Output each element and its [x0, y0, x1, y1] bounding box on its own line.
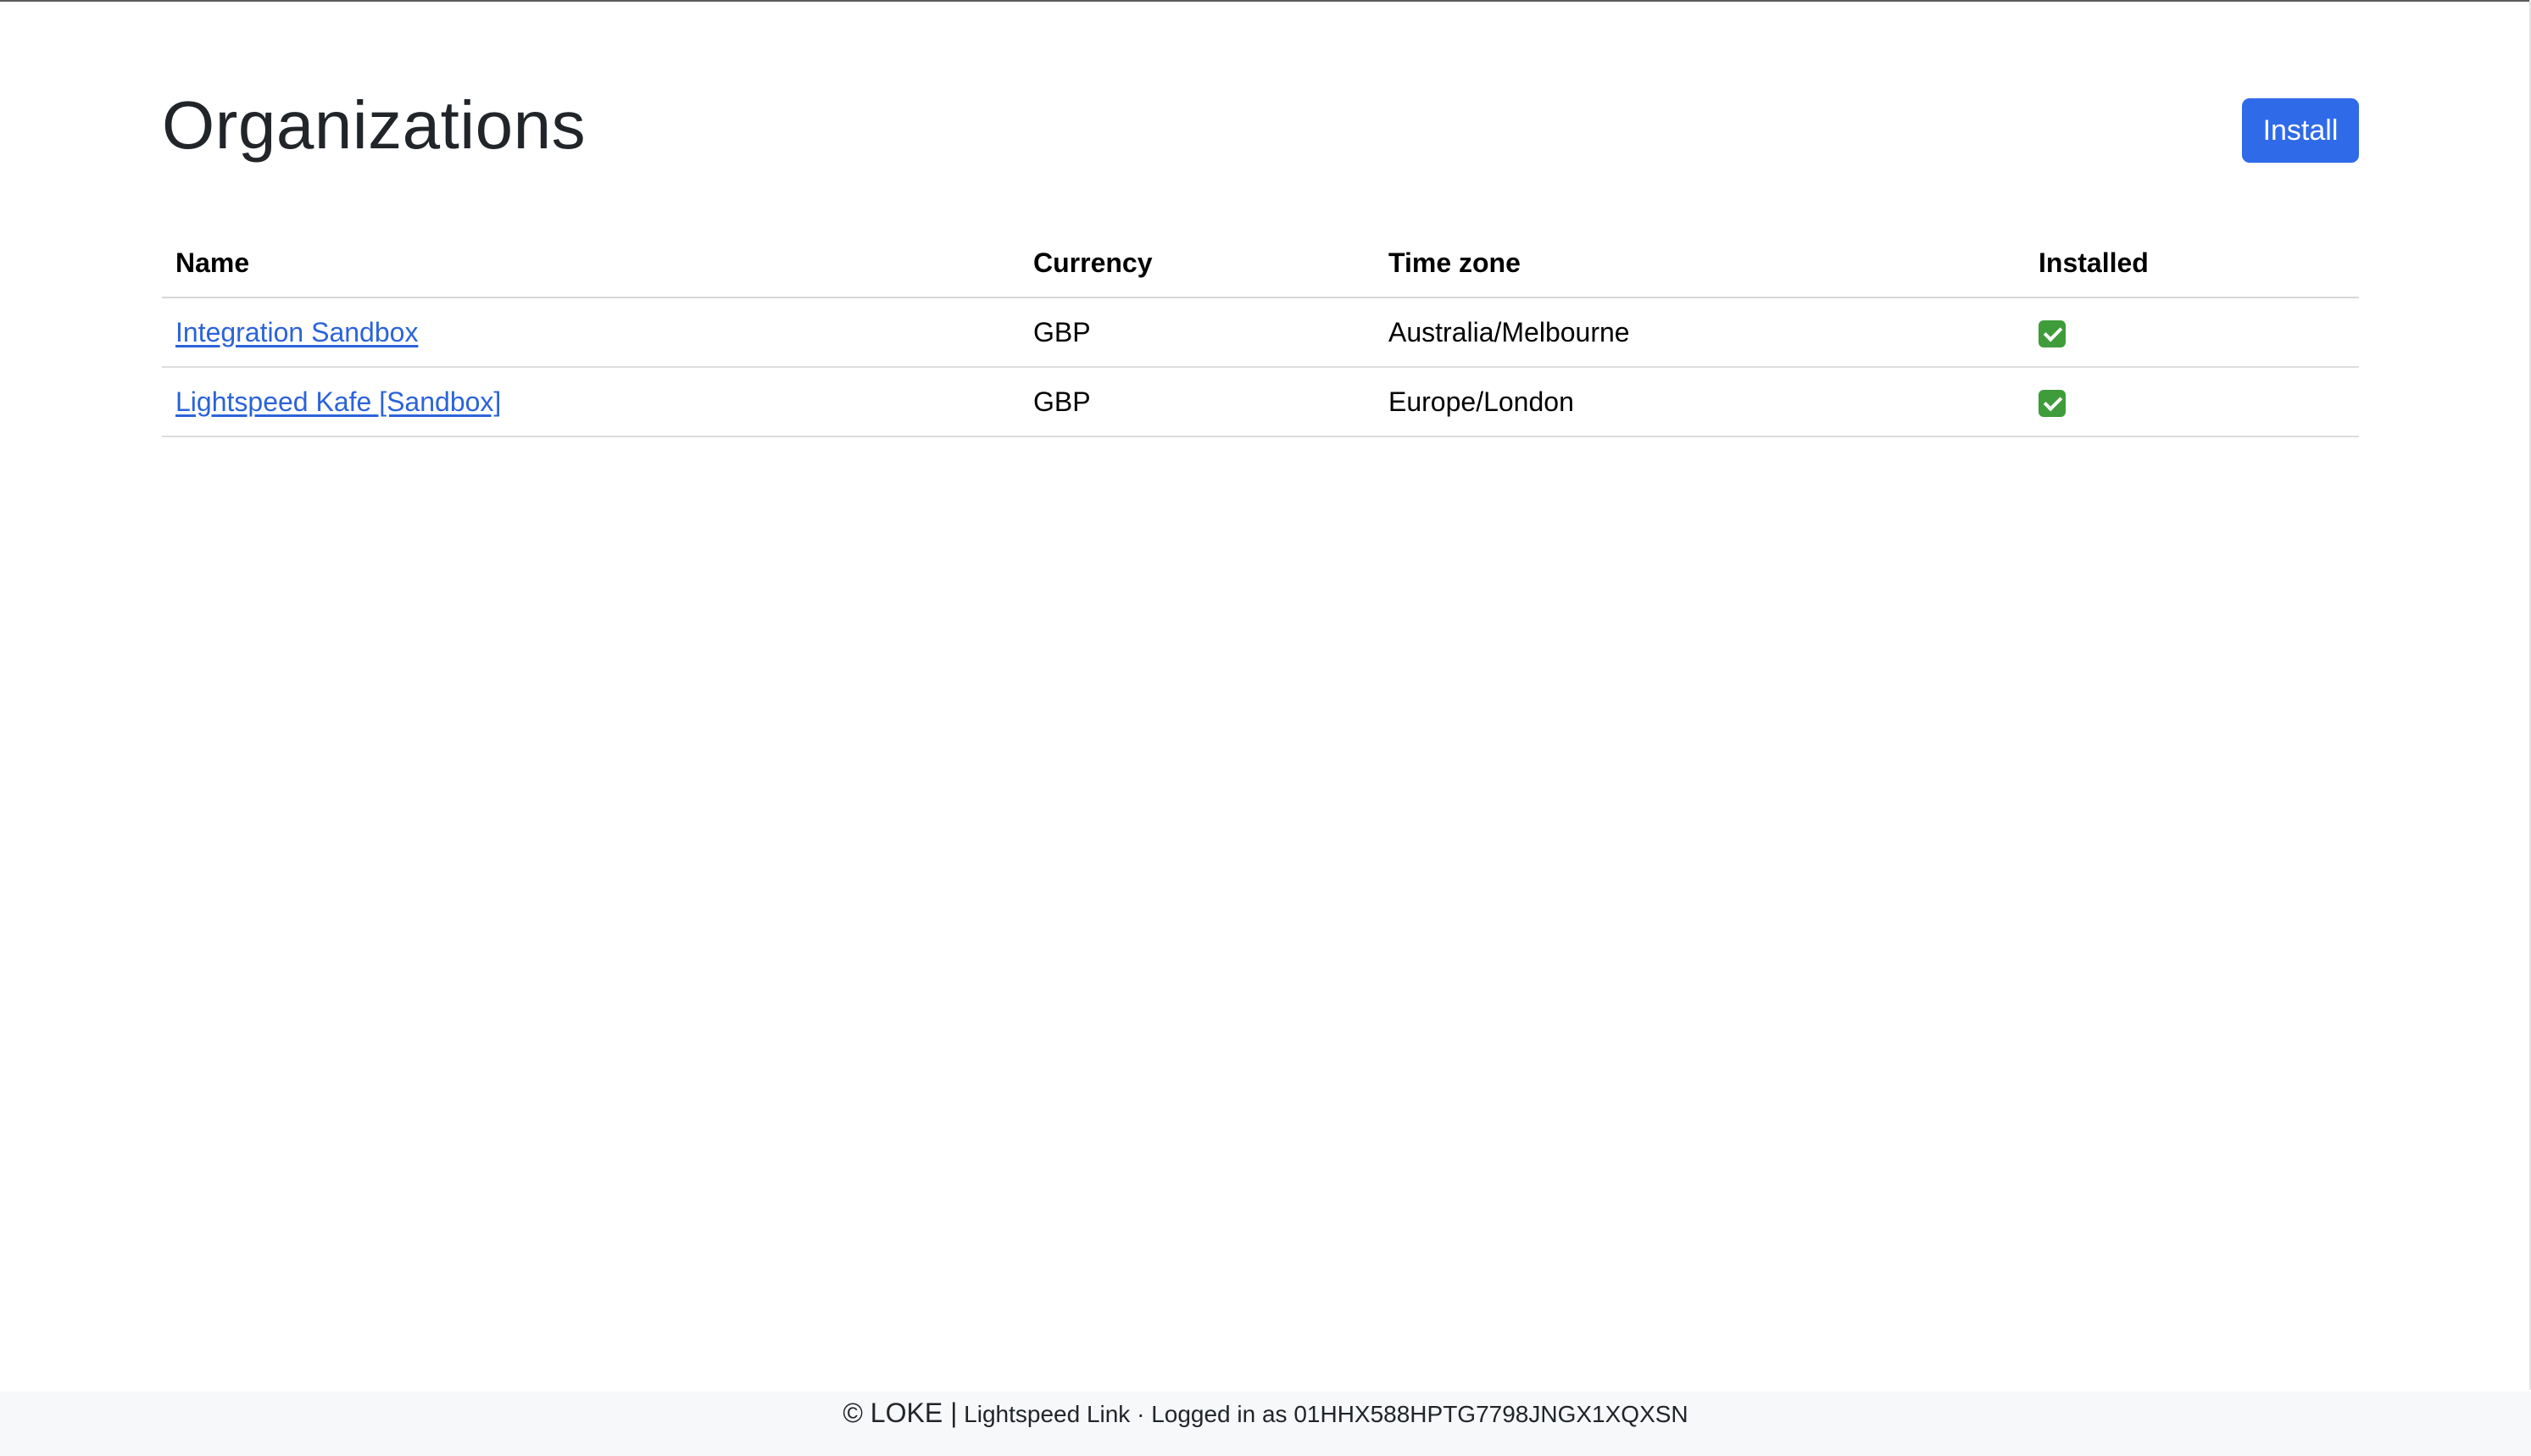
install-button[interactable]: Install	[2242, 98, 2359, 163]
column-header-currency[interactable]: Currency	[1020, 229, 1375, 298]
check-icon	[2039, 320, 2066, 348]
organizations-table: Name Currency Time zone Installed Integr…	[162, 229, 2359, 437]
footer: © LOKE | Lightspeed Link · Logged in as …	[0, 1392, 2531, 1456]
page-title: Organizations	[162, 87, 587, 163]
installed-cell	[2025, 297, 2359, 368]
table-header-row: Name Currency Time zone Installed	[162, 229, 2359, 298]
table-row: Integration Sandbox GBP Australia/Melbou…	[162, 297, 2359, 368]
name-cell: Integration Sandbox	[162, 297, 1020, 368]
footer-text: Lightspeed Link · Logged in as 01HHX588H…	[964, 1401, 1688, 1427]
installed-cell	[2025, 367, 2359, 437]
organization-link[interactable]: Integration Sandbox	[175, 317, 418, 347]
footer-brand: © LOKE |	[843, 1398, 958, 1428]
currency-cell: GBP	[1020, 367, 1375, 437]
main-content: Organizations Install Name Currency Time…	[162, 0, 2359, 437]
time-zone-cell: Australia/Melbourne	[1375, 297, 2025, 368]
column-header-name[interactable]: Name	[162, 229, 1020, 298]
check-icon	[2039, 390, 2066, 418]
table-row: Lightspeed Kafe [Sandbox] GBP Europe/Lon…	[162, 367, 2359, 437]
column-header-installed[interactable]: Installed	[2025, 229, 2359, 298]
time-zone-cell: Europe/London	[1375, 367, 2025, 437]
name-cell: Lightspeed Kafe [Sandbox]	[162, 367, 1020, 437]
column-header-time-zone[interactable]: Time zone	[1375, 229, 2025, 298]
page-header: Organizations Install	[162, 0, 2359, 212]
currency-cell: GBP	[1020, 297, 1375, 368]
organization-link[interactable]: Lightspeed Kafe [Sandbox]	[175, 386, 501, 417]
